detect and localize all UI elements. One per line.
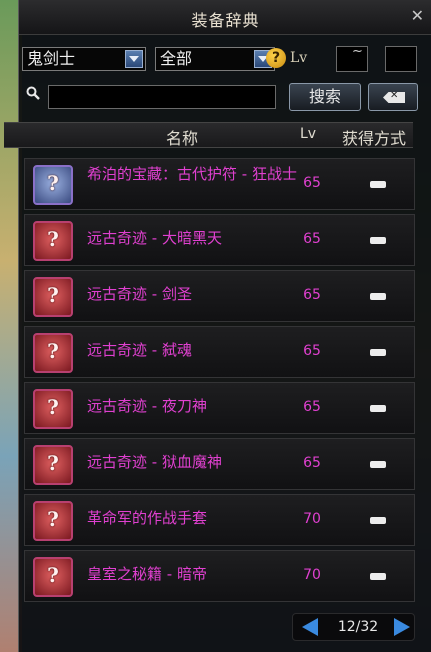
- source-minus-icon[interactable]: [370, 461, 386, 468]
- search-icon: [26, 86, 40, 100]
- source-minus-icon[interactable]: [370, 349, 386, 356]
- lv-label: Lv: [290, 50, 308, 66]
- item-lv: 65: [303, 287, 321, 303]
- item-name: 远古奇迹 - 弑魂: [87, 341, 192, 359]
- backspace-icon: [383, 92, 405, 103]
- item-name: 远古奇迹 - 大暗黑天: [87, 229, 222, 247]
- clear-button[interactable]: [368, 83, 418, 111]
- list-item[interactable]: ? 皇室之秘籍 - 暗帝 70: [24, 550, 415, 602]
- list-item[interactable]: ? 远古奇迹 - 弑魂 65: [24, 326, 415, 378]
- item-name: 远古奇迹 - 狱血魔神: [87, 453, 222, 471]
- source-minus-icon[interactable]: [370, 237, 386, 244]
- red-card-icon: ?: [33, 221, 73, 261]
- header-lv: Lv: [300, 126, 317, 142]
- next-page-icon[interactable]: [394, 618, 410, 636]
- source-minus-icon[interactable]: [370, 517, 386, 524]
- header-source: 获得方式: [342, 129, 407, 148]
- list-item[interactable]: ? 远古奇迹 - 剑圣 65: [24, 270, 415, 322]
- item-name: 皇室之秘籍 - 暗帝: [87, 565, 207, 583]
- red-card-icon: ?: [33, 333, 73, 373]
- source-minus-icon[interactable]: [370, 405, 386, 412]
- red-card-icon: ?: [33, 277, 73, 317]
- item-lv: 70: [303, 567, 321, 583]
- table-header: 名称 Lv 获得方式: [4, 122, 413, 148]
- blue-card-icon: ?: [33, 165, 73, 205]
- list-item[interactable]: ? 远古奇迹 - 狱血魔神 65: [24, 438, 415, 490]
- list-item[interactable]: ? 远古奇迹 - 夜刀神 65: [24, 382, 415, 434]
- item-lv: 65: [303, 399, 321, 415]
- list-item[interactable]: ? 革命军的作战手套 70: [24, 494, 415, 546]
- category-select-value: 全部: [160, 49, 193, 68]
- window-title: 装备辞典: [191, 11, 260, 30]
- help-icon[interactable]: ?: [266, 48, 286, 68]
- item-name: 希泊的宝藏：古代护符 - 狂战士: [87, 165, 297, 183]
- item-lv: 70: [303, 511, 321, 527]
- item-lv: 65: [303, 455, 321, 471]
- red-card-icon: ?: [33, 445, 73, 485]
- class-select[interactable]: 鬼剑士: [22, 47, 146, 71]
- item-name: 远古奇迹 - 剑圣: [87, 285, 192, 303]
- item-name: 革命军的作战手套: [87, 509, 208, 527]
- item-name: 远古奇迹 - 夜刀神: [87, 397, 207, 415]
- title-bar[interactable]: 装备辞典 ✕: [19, 0, 431, 35]
- page-indicator: 12/32: [337, 619, 379, 635]
- list-item[interactable]: ? 希泊的宝藏：古代护符 - 狂战士 65: [24, 158, 415, 210]
- chevron-down-icon[interactable]: [125, 50, 143, 68]
- source-minus-icon[interactable]: [370, 573, 386, 580]
- header-name: 名称: [166, 129, 199, 148]
- class-select-value: 鬼剑士: [27, 49, 76, 68]
- search-input[interactable]: [48, 85, 276, 109]
- item-lv: 65: [303, 175, 321, 191]
- item-lv: 65: [303, 231, 321, 247]
- red-card-icon: ?: [33, 389, 73, 429]
- source-minus-icon[interactable]: [370, 293, 386, 300]
- category-select[interactable]: 全部: [155, 47, 275, 71]
- lv-range-tilde: ~: [352, 44, 363, 59]
- item-lv: 65: [303, 343, 321, 359]
- close-icon[interactable]: ✕: [411, 6, 424, 25]
- red-card-icon: ?: [33, 557, 73, 597]
- list-item[interactable]: ? 远古奇迹 - 大暗黑天 65: [24, 214, 415, 266]
- search-button[interactable]: 搜索: [289, 83, 361, 111]
- lv-max-input[interactable]: [385, 46, 417, 72]
- source-minus-icon[interactable]: [370, 181, 386, 188]
- red-card-icon: ?: [33, 501, 73, 541]
- prev-page-icon[interactable]: [302, 618, 318, 636]
